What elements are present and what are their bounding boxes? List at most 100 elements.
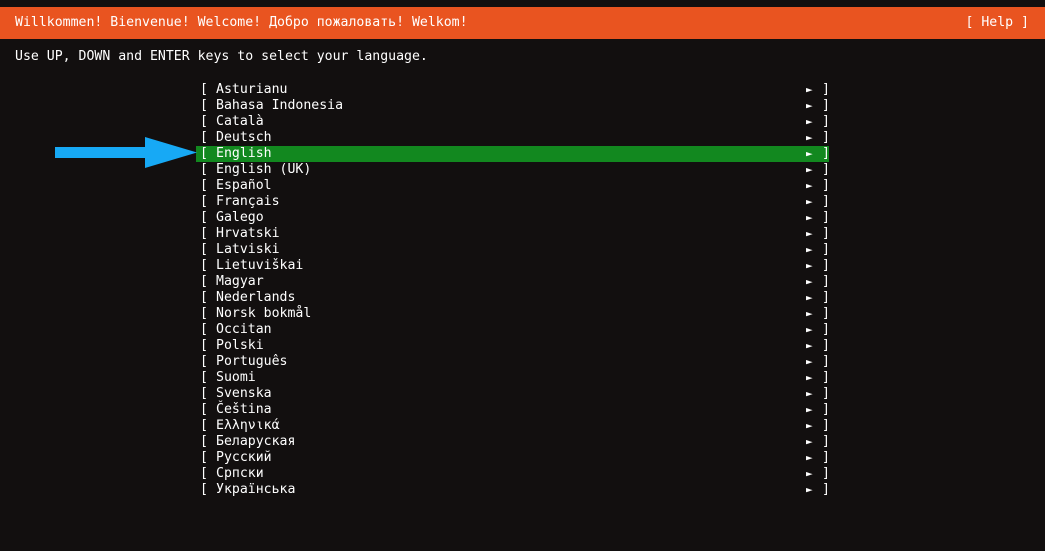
language-list-item[interactable]: [English (UK) ►] [196, 162, 830, 178]
language-list-item[interactable]: [ Deutsch ►] [196, 130, 830, 146]
language-label: Deutsch [216, 130, 272, 145]
bracket-close: ] [822, 178, 830, 193]
language-list-item[interactable]: [Latviski ►] [196, 242, 830, 258]
bracket-open: [ [200, 482, 208, 497]
bracket-close: ] [822, 226, 830, 241]
language-list-item[interactable]: [Português ►] [196, 354, 830, 370]
submenu-arrow-icon: ► [806, 275, 813, 288]
submenu-arrow-icon: ► [806, 339, 813, 352]
submenu-arrow-icon: ► [806, 323, 813, 336]
bracket-close: ] [822, 466, 830, 481]
language-list-item[interactable]: [Français ►] [196, 194, 830, 210]
bracket-open: [ [200, 370, 208, 385]
language-list-item[interactable]: [ Suomi ►] [196, 370, 830, 386]
bracket-close: ] [822, 146, 830, 161]
submenu-arrow-icon: ► [806, 131, 813, 144]
language-list-item[interactable]: [Svenska ►] [196, 386, 830, 402]
language-list-item[interactable]: [Українська ►] [196, 482, 830, 498]
bracket-close: ] [822, 242, 830, 257]
bracket-open: [ [200, 450, 208, 465]
language-label: Ελληνικά [216, 418, 280, 433]
language-list-item[interactable]: [Asturianu ►] [196, 82, 830, 98]
bracket-close: ] [822, 402, 830, 417]
bracket-open: [ [200, 434, 208, 449]
language-list-item[interactable]: [Norsk bokmål ►] [196, 306, 830, 322]
language-list-item[interactable]: [Català ►] [196, 114, 830, 130]
language-list[interactable]: [Asturianu ►] [Bahasa Indonesia ►] [Català ►]… [196, 82, 830, 498]
instruction-text: Use UP, DOWN and ENTER keys to select yo… [15, 49, 428, 64]
bracket-close: ] [822, 258, 830, 273]
bracket-open: [ [200, 466, 208, 481]
bracket-open: [ [200, 242, 208, 257]
bracket-close: ] [822, 114, 830, 129]
header-bar: Willkommen! Bienvenue! Welcome! Добро по… [0, 7, 1045, 39]
bracket-open: [ [200, 82, 208, 97]
submenu-arrow-icon: ► [806, 163, 813, 176]
annotation-arrow-icon [55, 137, 197, 168]
language-list-item[interactable]: [Bahasa Indonesia ►] [196, 98, 830, 114]
language-list-item[interactable]: [Čeština ►] [196, 402, 830, 418]
language-list-item[interactable]: [Српски ►] [196, 466, 830, 482]
language-list-item[interactable]: [Lietuviškai ►] [196, 258, 830, 274]
bracket-open: [ [200, 258, 208, 273]
bracket-close: ] [822, 306, 830, 321]
language-list-item[interactable]: [Galego ►] [196, 210, 830, 226]
bracket-open: [ [200, 322, 208, 337]
submenu-arrow-icon: ► [806, 227, 813, 240]
bracket-close: ] [822, 354, 830, 369]
bracket-close: ] [822, 434, 830, 449]
language-list-item[interactable]: [Español ►] [196, 178, 830, 194]
bracket-close: ] [822, 370, 830, 385]
language-list-item[interactable]: [English ►] [196, 146, 830, 162]
language-label: Bahasa Indonesia [216, 98, 344, 113]
bracket-close: ] [822, 450, 830, 465]
bracket-close: ] [822, 82, 830, 97]
language-label: Українська [216, 482, 296, 497]
bracket-open: [ [200, 418, 208, 433]
submenu-arrow-icon: ► [806, 403, 813, 416]
bracket-open: [ [200, 130, 208, 145]
bracket-close: ] [822, 386, 830, 401]
bracket-close: ] [822, 194, 830, 209]
language-list-item[interactable]: [Magyar ►] [196, 274, 830, 290]
language-list-item[interactable]: [Ελληνικά ►] [196, 418, 830, 434]
submenu-arrow-icon: ► [806, 371, 813, 384]
bracket-open: [ [200, 386, 208, 401]
installer-screen: Willkommen! Bienvenue! Welcome! Добро по… [0, 0, 1045, 551]
submenu-arrow-icon: ► [806, 355, 813, 368]
language-list-item[interactable]: [ Русский ►] [196, 450, 830, 466]
submenu-arrow-icon: ► [806, 451, 813, 464]
bracket-close: ] [822, 130, 830, 145]
language-label: Русский [216, 450, 272, 465]
language-label: Português [216, 354, 288, 369]
language-list-item[interactable]: [Hrvatski ►] [196, 226, 830, 242]
language-label: Suomi [216, 370, 256, 385]
language-label: Српски [216, 466, 264, 481]
welcome-greeting: Willkommen! Bienvenue! Welcome! Добро по… [15, 15, 468, 30]
language-label: Asturianu [216, 82, 288, 97]
language-list-item[interactable]: [Occitan ►] [196, 322, 830, 338]
submenu-arrow-icon: ► [806, 243, 813, 256]
help-button[interactable]: [ Help ] [965, 15, 1029, 31]
submenu-arrow-icon: ► [806, 115, 813, 128]
bracket-open: [ [200, 210, 208, 225]
bracket-open: [ [200, 162, 208, 177]
submenu-arrow-icon: ► [806, 259, 813, 272]
submenu-arrow-icon: ► [806, 387, 813, 400]
language-label: Español [216, 178, 272, 193]
language-list-item[interactable]: [Polski ►] [196, 338, 830, 354]
submenu-arrow-icon: ► [806, 195, 813, 208]
language-list-item[interactable]: [Беларуская ►] [196, 434, 830, 450]
language-label: English [216, 146, 272, 161]
submenu-arrow-icon: ► [806, 307, 813, 320]
bracket-close: ] [822, 482, 830, 497]
submenu-arrow-icon: ► [806, 435, 813, 448]
submenu-arrow-icon: ► [806, 99, 813, 112]
bracket-close: ] [822, 418, 830, 433]
bracket-open: [ [200, 338, 208, 353]
language-list-item[interactable]: [Nederlands ►] [196, 290, 830, 306]
bracket-open: [ [200, 274, 208, 289]
language-label: Nederlands [216, 290, 296, 305]
bracket-open: [ [200, 306, 208, 321]
bracket-open: [ [200, 226, 208, 241]
